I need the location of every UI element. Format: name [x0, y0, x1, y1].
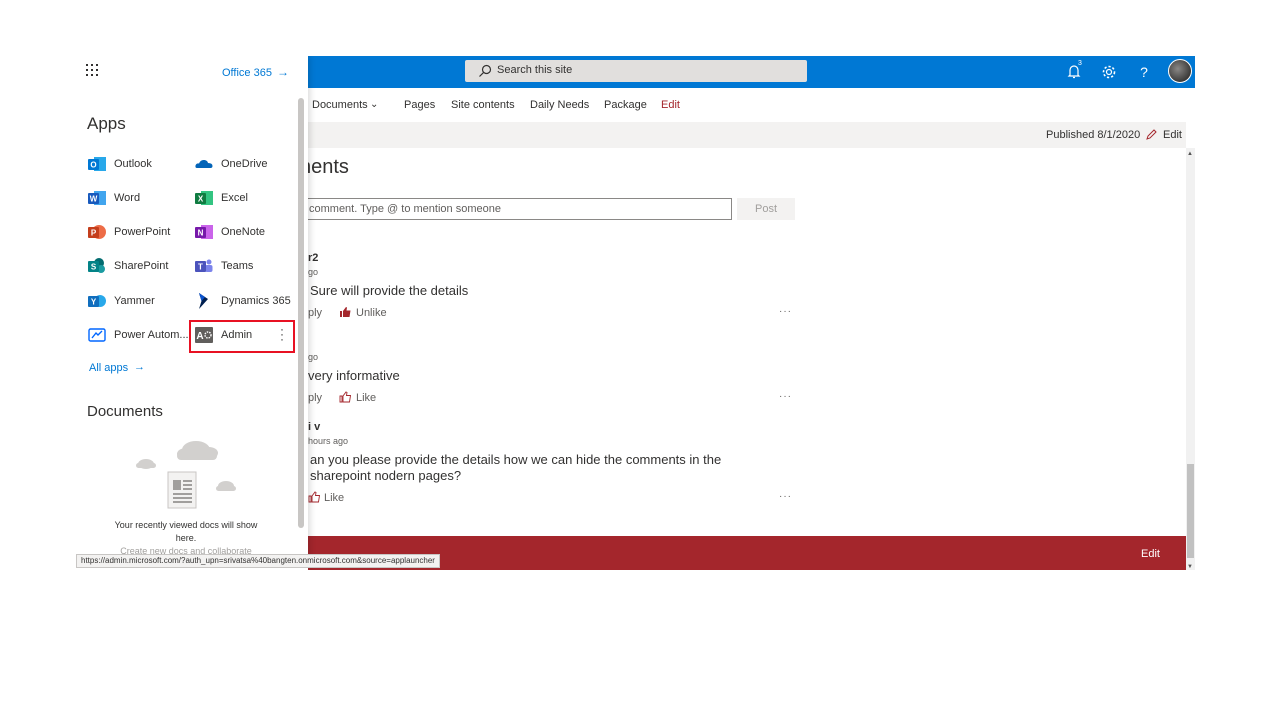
- onedrive-icon: [195, 159, 213, 168]
- app-label: SharePoint: [114, 260, 169, 272]
- nav-package[interactable]: Package: [604, 99, 647, 111]
- apps-heading: Apps: [87, 114, 126, 133]
- svg-text:X: X: [198, 195, 204, 204]
- app-sharepoint[interactable]: S SharePoint: [88, 257, 188, 281]
- app-label: Word: [114, 192, 141, 204]
- app-label: Power Autom...: [114, 329, 189, 341]
- status-bar-url: https://admin.microsoft.com/?auth_upn=sr…: [76, 554, 440, 568]
- comment-more-icon[interactable]: ···: [779, 306, 792, 317]
- app-label: Teams: [221, 260, 254, 272]
- app-teams[interactable]: T Teams: [195, 257, 295, 281]
- comment-time: go: [308, 267, 319, 277]
- svg-text:Y: Y: [91, 298, 97, 307]
- comment-time: go: [308, 352, 319, 362]
- app-excel[interactable]: X Excel: [195, 189, 295, 213]
- app-label: OneDrive: [221, 158, 268, 170]
- app-word[interactable]: W Word: [88, 189, 188, 213]
- comment-input[interactable]: comment. Type @ to mention someone: [300, 198, 732, 220]
- excel-icon: X: [195, 191, 213, 205]
- like-button[interactable]: Like: [324, 492, 344, 504]
- app-power-automate[interactable]: Power Autom...: [88, 326, 189, 350]
- thumbs-up-icon[interactable]: [339, 391, 352, 403]
- page-scrollbar[interactable]: ▲ ▼: [1186, 148, 1195, 570]
- published-date: Published 8/1/2020: [1046, 129, 1141, 141]
- more-options-icon[interactable]: · · ·: [280, 323, 284, 345]
- comment-more-icon[interactable]: ···: [779, 391, 792, 402]
- gear-icon[interactable]: [1099, 62, 1119, 82]
- edit-page-button[interactable]: Edit: [1163, 129, 1182, 141]
- footer-edit-button[interactable]: Edit: [1141, 548, 1160, 560]
- documents-empty-message: Your recently viewed docs will show here…: [114, 520, 258, 543]
- post-button[interactable]: Post: [737, 198, 795, 220]
- svg-text:S: S: [91, 263, 97, 272]
- browser-viewport: Search this site 3 ? Documents ⌄ Pages S…: [76, 56, 1195, 570]
- office365-link[interactable]: Office 365: [222, 67, 272, 79]
- word-icon: W: [88, 191, 106, 205]
- scroll-up-icon[interactable]: ▲: [1187, 151, 1193, 157]
- launcher-scrollbar[interactable]: [298, 98, 304, 528]
- powerpoint-icon: P: [88, 225, 106, 239]
- comment-author[interactable]: r2: [308, 252, 318, 264]
- thumbs-up-filled-icon[interactable]: [339, 306, 352, 318]
- comment-text: Sure will provide the details: [310, 283, 469, 298]
- all-apps-link[interactable]: All apps: [89, 362, 128, 374]
- app-onedrive[interactable]: OneDrive: [195, 155, 295, 179]
- power-automate-icon: [88, 328, 106, 342]
- documents-heading: Documents: [87, 403, 163, 420]
- teams-icon: T: [195, 259, 213, 272]
- app-label: PowerPoint: [114, 226, 171, 238]
- onenote-icon: N: [195, 225, 213, 239]
- thumbs-up-icon[interactable]: [308, 491, 321, 503]
- app-powerpoint[interactable]: P PowerPoint: [88, 223, 188, 247]
- svg-text:W: W: [90, 195, 98, 204]
- empty-documents-illustration: [136, 441, 236, 509]
- svg-text:P: P: [91, 229, 97, 238]
- reply-link[interactable]: ply: [308, 307, 322, 319]
- svg-text:T: T: [198, 263, 203, 272]
- reply-link[interactable]: ply: [308, 392, 322, 404]
- nav-edit-link[interactable]: Edit: [661, 99, 680, 111]
- nav-daily-needs[interactable]: Daily Needs: [530, 99, 589, 111]
- scrollbar-thumb[interactable]: [1187, 464, 1194, 558]
- help-icon[interactable]: ?: [1134, 62, 1154, 82]
- app-launcher-panel: Office 365 → Apps O Outlook OneDrive W W…: [76, 56, 308, 570]
- comment-more-icon[interactable]: ···: [779, 491, 792, 502]
- app-label: Yammer: [114, 295, 155, 307]
- chevron-down-icon[interactable]: ⌄: [370, 99, 378, 110]
- svg-text:O: O: [90, 161, 96, 170]
- comment-text: an you please provide the details how we…: [310, 452, 722, 483]
- search-icon: [479, 64, 492, 77]
- app-label: Excel: [221, 192, 248, 204]
- app-onenote[interactable]: N OneNote: [195, 223, 295, 247]
- arrow-right-icon[interactable]: →: [134, 361, 145, 373]
- nav-documents[interactable]: Documents: [312, 99, 368, 111]
- avatar[interactable]: [1168, 59, 1192, 83]
- comment-author[interactable]: i v: [308, 421, 320, 433]
- app-outlook[interactable]: O Outlook: [88, 155, 188, 179]
- app-yammer[interactable]: Y Yammer: [88, 292, 188, 316]
- nav-site-contents[interactable]: Site contents: [451, 99, 515, 111]
- like-button[interactable]: Like: [356, 392, 376, 404]
- sharepoint-icon: S: [88, 258, 105, 273]
- app-label: Dynamics 365: [221, 295, 291, 307]
- comment-time: hours ago: [308, 436, 349, 446]
- yammer-icon: Y: [88, 295, 106, 307]
- app-dynamics[interactable]: Dynamics 365: [195, 292, 295, 316]
- unlike-button[interactable]: Unlike: [356, 307, 387, 319]
- search-placeholder: Search this site: [497, 64, 573, 76]
- waffle-icon[interactable]: [86, 64, 98, 76]
- app-label: OneNote: [221, 226, 266, 238]
- app-label: Outlook: [114, 158, 152, 170]
- dynamics-icon: [199, 293, 208, 309]
- pencil-icon[interactable]: [1145, 128, 1158, 141]
- outlook-icon: O: [88, 157, 106, 171]
- comment-text: very informative: [308, 368, 400, 383]
- arrow-right-icon[interactable]: →: [277, 65, 289, 79]
- notification-count: 3: [1078, 60, 1082, 67]
- scroll-down-icon[interactable]: ▼: [1187, 564, 1193, 570]
- search-box[interactable]: Search this site: [465, 60, 807, 82]
- nav-pages[interactable]: Pages: [404, 99, 435, 111]
- svg-text:N: N: [198, 229, 204, 238]
